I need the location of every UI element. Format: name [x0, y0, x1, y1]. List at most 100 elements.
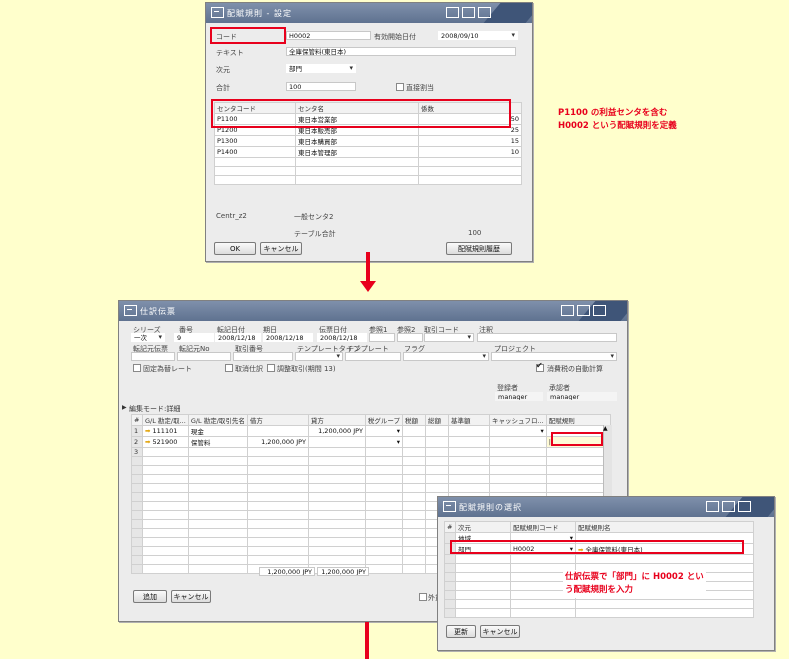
posting-date-field[interactable]: 2008/12/18	[215, 333, 261, 342]
minimize-icon[interactable]	[446, 7, 459, 18]
col-cashflow[interactable]: キャッシュフロ...	[489, 414, 547, 426]
col-account[interactable]: G/L 勘定/取...	[142, 414, 189, 426]
scroll-up-icon[interactable]: ▲	[603, 425, 608, 432]
trans-code-select[interactable]	[424, 333, 474, 342]
remarks-field[interactable]	[477, 333, 617, 342]
col-rule-name[interactable]: 配賦規則名	[575, 521, 754, 533]
adjust-checkbox[interactable]	[267, 364, 275, 372]
table-row[interactable]	[131, 456, 612, 466]
table-row[interactable]	[131, 474, 612, 484]
center-name-cell[interactable]: 東日本購買部	[295, 135, 419, 147]
maximize-icon[interactable]	[462, 7, 475, 18]
col-dimension[interactable]: 次元	[455, 521, 511, 533]
table-row[interactable]: P1200 東日本販売部 25	[214, 124, 522, 136]
col-gross[interactable]: 総額	[425, 414, 450, 426]
tax-group-cell[interactable]: ▾	[364, 436, 404, 448]
template-type-select[interactable]	[295, 352, 343, 361]
table-row[interactable]: P1300 東日本購買部 15	[214, 135, 522, 147]
col-tax[interactable]: 税額	[402, 414, 427, 426]
cashflow-cell[interactable]: ▾	[489, 425, 547, 437]
trans-no-field[interactable]	[233, 352, 293, 361]
table-row[interactable]	[214, 175, 522, 185]
series-select[interactable]: 一次	[131, 333, 165, 342]
number-field[interactable]: 9	[174, 333, 214, 342]
close-icon[interactable]	[593, 305, 606, 316]
ref1-field[interactable]	[369, 333, 395, 342]
link-arrow-icon[interactable]: ➡	[578, 546, 583, 554]
dimension-select[interactable]: 部門	[286, 64, 356, 73]
table-row[interactable]: 部門 H0002 ▾ ➡ 全庫保管料(東日本)	[444, 543, 754, 555]
project-select[interactable]	[491, 352, 617, 361]
credit-cell[interactable]	[307, 436, 366, 448]
rule-code-cell[interactable]: H0002	[513, 545, 534, 553]
ref2-field[interactable]	[397, 333, 423, 342]
col-account-name[interactable]: G/L 勘定/取引先名	[187, 414, 248, 426]
chevron-down-icon[interactable]: ▾	[570, 545, 573, 553]
rule-name-cell[interactable]: 全庫保管料(東日本)	[586, 546, 643, 554]
col-center-name[interactable]: センタ名	[295, 102, 419, 114]
debit-cell[interactable]: 1,200,000 JPY	[246, 436, 309, 448]
expand-arrow-icon[interactable]: ▶	[122, 404, 127, 411]
due-date-field[interactable]: 2008/12/18	[263, 333, 313, 342]
text-field[interactable]: 全庫保管料(東日本)	[286, 47, 516, 56]
table-row[interactable]	[444, 599, 754, 609]
origin-no-field[interactable]	[177, 352, 231, 361]
center-code-cell[interactable]: P1400	[214, 146, 296, 158]
cashflow-cell[interactable]	[489, 436, 547, 448]
reverse-checkbox[interactable]	[225, 364, 233, 372]
template-field[interactable]	[345, 352, 401, 361]
center-code-cell[interactable]: P1200	[214, 124, 296, 136]
add-button[interactable]: 追加	[133, 590, 167, 603]
col-rule-code[interactable]: 配賦規則コード	[510, 521, 576, 533]
table-row[interactable]: 1 ➡ 111101 現金 1,200,000 JPY ▾ ▾	[131, 425, 612, 437]
factor-cell[interactable]: 15	[418, 135, 522, 147]
foreign-checkbox[interactable]	[419, 593, 427, 601]
col-allocation-rule[interactable]: 配賦規則	[545, 414, 612, 426]
direct-alloc-checkbox[interactable]	[396, 83, 404, 91]
table-row[interactable]	[214, 166, 522, 176]
table-row[interactable]	[131, 465, 612, 475]
code-field[interactable]: H0002	[286, 31, 371, 40]
allocation-rule-cell[interactable]: |⊜	[545, 436, 612, 448]
link-arrow-icon[interactable]: ➡	[145, 438, 150, 446]
maximize-icon[interactable]	[722, 501, 735, 512]
close-icon[interactable]	[738, 501, 751, 512]
allocation-rule-cell[interactable]	[545, 425, 612, 437]
table-row[interactable]: P1100 東日本営業部 50	[214, 113, 522, 125]
account-name-cell[interactable]: 保管料	[187, 436, 248, 448]
fixed-rate-checkbox[interactable]	[133, 364, 141, 372]
col-debit[interactable]: 借方	[246, 414, 309, 426]
center-name-cell[interactable]: 東日本営業部	[295, 113, 419, 125]
factor-cell[interactable]: 50	[418, 113, 522, 125]
update-button[interactable]: 更新	[446, 625, 476, 638]
col-tax-group[interactable]: 税グループ	[364, 414, 404, 426]
maximize-icon[interactable]	[577, 305, 590, 316]
rule-history-button[interactable]: 配賦規則履歴	[446, 242, 512, 255]
doc-date-field[interactable]: 2008/12/18	[317, 333, 367, 342]
col-factor[interactable]: 係数	[418, 102, 522, 114]
table-row[interactable]: 地域 ▾	[444, 532, 754, 544]
table-row[interactable]	[444, 554, 754, 564]
close-icon[interactable]	[478, 7, 491, 18]
cancel-button[interactable]: キャンセル	[171, 590, 211, 603]
factor-cell[interactable]: 10	[418, 146, 522, 158]
table-row[interactable]	[214, 157, 522, 167]
origin-field[interactable]	[131, 352, 175, 361]
account-cell[interactable]: 521900	[153, 438, 178, 446]
center-code-cell[interactable]: P1100	[214, 113, 296, 125]
center-name-cell[interactable]: 東日本販売部	[295, 124, 419, 136]
col-credit[interactable]: 貸方	[307, 414, 366, 426]
total-field[interactable]: 100	[286, 82, 356, 91]
center-name-cell[interactable]: 東日本管理部	[295, 146, 419, 158]
valid-from-field[interactable]: 2008/09/10	[438, 31, 518, 40]
col-center-code[interactable]: センタコード	[214, 102, 296, 114]
tax-group-cell[interactable]: ▾	[364, 425, 404, 437]
cancel-button[interactable]: キャンセル	[260, 242, 302, 255]
col-base[interactable]: 基準額	[448, 414, 491, 426]
debit-cell[interactable]	[246, 425, 309, 437]
account-name-cell[interactable]: 現金	[187, 425, 248, 437]
ok-button[interactable]: OK	[214, 242, 256, 255]
link-arrow-icon[interactable]: ➡	[145, 427, 150, 435]
table-row[interactable]	[131, 483, 612, 493]
center-code-cell[interactable]: P1300	[214, 135, 296, 147]
